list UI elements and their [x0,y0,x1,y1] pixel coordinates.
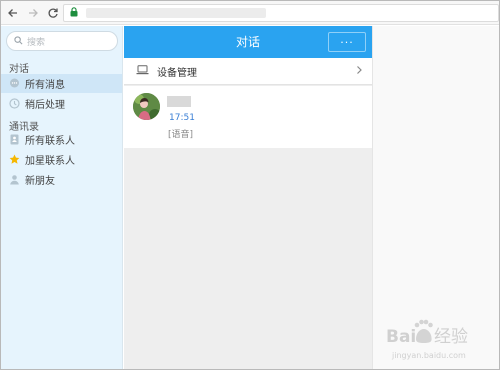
message-preview: [语音] [168,130,194,140]
sidebar-item-new-friends[interactable]: 新朋友 [1,170,122,189]
arrow-right-icon[interactable] [25,5,41,21]
lock-icon [70,6,78,20]
clock-icon [9,98,20,109]
svg-text:jingyan.baidu.com: jingyan.baidu.com [391,351,466,360]
svg-text:Bai: Bai [386,327,416,347]
sidebar-item-label: 所有联系人 [25,136,75,147]
url-text-blurred [86,8,266,18]
sidebar-item-all-contacts[interactable]: 所有联系人 [1,130,122,149]
address-bar[interactable] [63,4,499,22]
sidebar-item-label: 新朋友 [25,176,55,187]
message-time: 17:51 [169,113,195,123]
sidebar-item-label: 稍后处理 [25,100,65,111]
search-icon [14,35,23,48]
laptop-icon [136,64,149,78]
conversation-header: 对话 ··· [124,26,372,58]
search-input[interactable]: 搜索 [6,31,118,51]
sidebar-item-label: 所有消息 [25,80,65,91]
device-management-row[interactable]: 设备管理 [124,58,372,85]
more-options-button[interactable]: ··· [328,32,366,52]
app-window: 搜索 对话 所有消息 稍后处理 通讯录 所有联系人 加星联系人 新朋友 对话 ·… [0,0,500,370]
arrow-left-icon[interactable] [5,5,21,21]
chat-bubble-icon [9,78,20,89]
sidebar-item-later[interactable]: 稍后处理 [1,94,122,113]
conversation-list-item[interactable]: 17:51 [语音] [124,86,372,148]
conversation-panel: 对话 ··· 设备管理 17:51 [语音] [124,26,372,369]
baidu-jingyan-watermark-logo: Bai 经验 jingyan.baidu.com [384,317,492,363]
section-title-conversations: 对话 [9,64,29,75]
sidebar-item-all-messages[interactable]: 所有消息 [1,74,122,93]
browser-toolbar [1,1,499,25]
sidebar-item-label: 加星联系人 [25,156,75,167]
sidebar: 搜索 对话 所有消息 稍后处理 通讯录 所有联系人 加星联系人 新朋友 [1,26,123,369]
contact-name-blurred [167,96,191,107]
contacts-book-icon [9,134,20,145]
person-icon [9,174,20,185]
chevron-right-icon [356,65,363,78]
reload-icon[interactable] [45,5,61,21]
device-management-label: 设备管理 [157,67,197,79]
star-icon [9,154,20,165]
sidebar-item-starred-contacts[interactable]: 加星联系人 [1,150,122,169]
svg-text:经验: 经验 [434,327,468,347]
search-placeholder: 搜索 [27,37,46,48]
avatar [133,93,160,120]
